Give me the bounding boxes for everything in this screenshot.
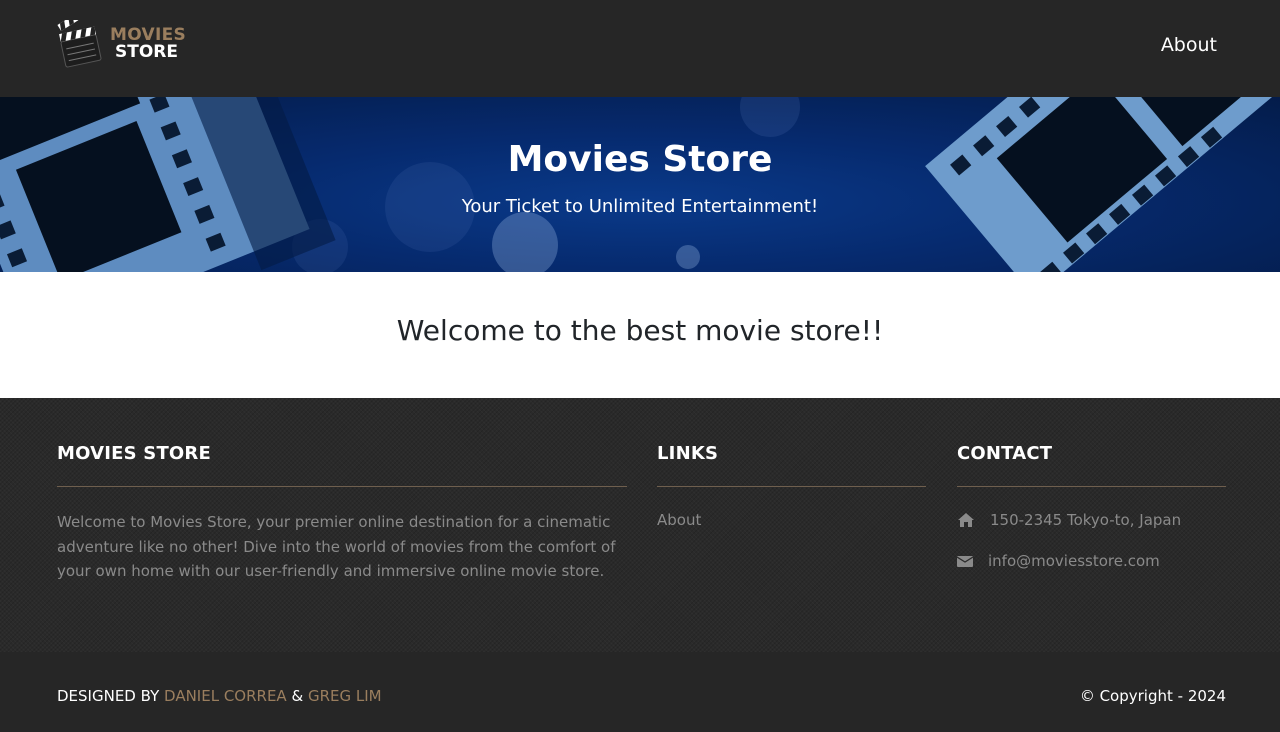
film-reel-background (0, 97, 1280, 272)
envelope-icon (957, 555, 973, 567)
footer-links-column: LINKS About (657, 443, 926, 529)
designed-by: DESIGNED BY DANIEL CORREA & GREG LIM (57, 687, 382, 705)
contact-address-text: 150-2345 Tokyo-to, Japan (990, 511, 1182, 529)
copyright: © Copyright - 2024 (1079, 687, 1226, 705)
clapperboard-icon (57, 20, 102, 68)
footer-link-about[interactable]: About (657, 511, 926, 529)
footer-about-text: Welcome to Movies Store, your premier on… (57, 513, 616, 580)
hero-subtitle: Your Ticket to Unlimited Entertainment! (461, 196, 819, 217)
contact-address: 150-2345 Tokyo-to, Japan (957, 511, 1226, 529)
hero-banner: Movies Store Your Ticket to Unlimited En… (0, 97, 1280, 272)
contact-email-text: info@moviesstore.com (988, 552, 1160, 570)
welcome-section: Welcome to the best movie store!! (0, 272, 1280, 398)
footer-about-title: MOVIES STORE (57, 443, 211, 464)
footer-contact-title: CONTACT (957, 443, 1053, 464)
footer-divider (57, 486, 627, 487)
footer: MOVIES STORE Welcome to Movies Store, yo… (0, 398, 1280, 652)
logo[interactable]: MOVIES STORE (56, 20, 196, 72)
home-icon (958, 513, 974, 527)
author-link-daniel[interactable]: DANIEL CORREA (164, 687, 287, 705)
logo-line2: STORE (115, 42, 178, 62)
footer-divider (657, 486, 926, 487)
navbar: MOVIES STORE About (0, 0, 1280, 97)
footer-links-title: LINKS (657, 443, 719, 464)
footer-divider (957, 486, 1226, 487)
author-link-greg[interactable]: GREG LIM (308, 687, 382, 705)
footer-about-column: MOVIES STORE Welcome to Movies Store, yo… (57, 443, 627, 584)
bottom-bar: DESIGNED BY DANIEL CORREA & GREG LIM © C… (0, 652, 1280, 732)
footer-contact-column: CONTACT 150-2345 Tokyo-to, Japan info@mo… (957, 443, 1226, 570)
contact-email: info@moviesstore.com (957, 552, 1226, 570)
designed-by-label: DESIGNED BY (57, 687, 160, 705)
hero-title: Movies Store (507, 139, 773, 180)
welcome-heading: Welcome to the best movie store!! (396, 314, 884, 347)
author-separator: & (291, 687, 304, 705)
logo-text: MOVIES STORE (110, 27, 186, 61)
nav-link-about[interactable]: About (1161, 34, 1217, 56)
